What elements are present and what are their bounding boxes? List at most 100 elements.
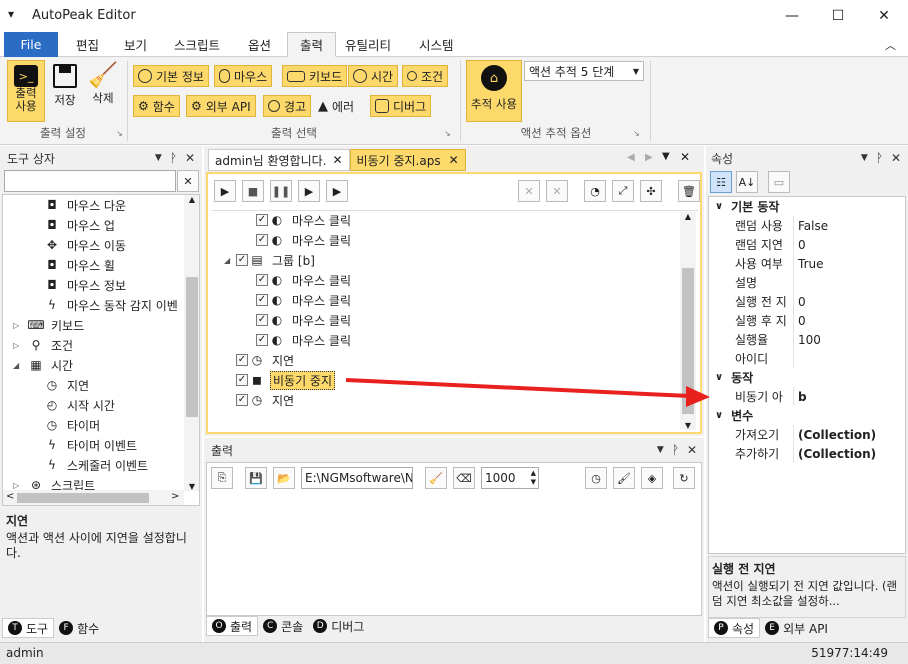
- close-button[interactable]: ✕: [861, 0, 907, 31]
- clean-button[interactable]: 🧹: [425, 467, 447, 489]
- property-row[interactable]: 비동기 아 b: [709, 387, 905, 406]
- collapse-icon[interactable]: ✣: [640, 180, 662, 202]
- toolbox-item[interactable]: ◘ 마우스 업: [3, 215, 183, 235]
- categorized-button[interactable]: ☷: [710, 171, 732, 193]
- tab-system[interactable]: 시스템: [407, 32, 466, 57]
- panel-menu-icon[interactable]: ▼: [861, 153, 868, 163]
- property-row[interactable]: 랜덤 사용 False: [709, 216, 905, 235]
- tab-async-stop[interactable]: 비동기 중지.aps ✕: [349, 149, 466, 171]
- property-value[interactable]: (Collection): [793, 444, 876, 463]
- property-value[interactable]: 0: [793, 292, 806, 311]
- tab-utility[interactable]: 유틸리티: [333, 32, 403, 57]
- trace-level-select[interactable]: 액션 추적 5 단계 ▼: [524, 61, 644, 81]
- script-node[interactable]: ✓ ◷ 지연: [208, 390, 678, 410]
- enable-checkbox[interactable]: ✓: [256, 274, 268, 286]
- remove-breakpoint-button[interactable]: ✕: [518, 180, 540, 202]
- collapse-icon[interactable]: ∨: [715, 410, 723, 421]
- script-node[interactable]: ✓ ◐ 마우스 클릭: [208, 270, 678, 290]
- toolbox-item[interactable]: ◘ 마우스 휠: [3, 255, 183, 275]
- function-toggle[interactable]: ⚙ 함수: [133, 95, 180, 117]
- stop-button[interactable]: ■: [242, 180, 264, 202]
- pause-button[interactable]: ❚❚: [270, 180, 292, 202]
- dialog-launcher-icon[interactable]: ↘: [633, 129, 640, 138]
- enable-checkbox[interactable]: ✓: [256, 334, 268, 346]
- property-row[interactable]: 설명: [709, 273, 905, 292]
- debug-toggle[interactable]: 디버그: [370, 95, 432, 117]
- pin-icon[interactable]: ᚹ: [876, 151, 883, 165]
- property-value[interactable]: (Collection): [793, 425, 876, 444]
- toolbox-item[interactable]: ϟ 스케줄러 이벤트: [3, 455, 183, 475]
- tab-output[interactable]: 출력: [287, 32, 337, 57]
- clear-breakpoints-button[interactable]: ✕: [546, 180, 568, 202]
- property-row[interactable]: 추가하기 (Collection): [709, 444, 905, 463]
- clear-search-button[interactable]: ✕: [177, 170, 199, 192]
- tab-external-api[interactable]: E 외부 API: [760, 618, 833, 638]
- property-value[interactable]: b: [793, 387, 807, 406]
- toolbox-vscrollbar[interactable]: ▲ ▼: [184, 195, 199, 491]
- tab-edit[interactable]: 편집: [64, 32, 111, 57]
- tab-console[interactable]: C 콘솔: [258, 616, 308, 636]
- pin-icon[interactable]: ᚹ: [672, 443, 679, 457]
- new-log-button[interactable]: ⎘: [211, 467, 233, 489]
- panel-menu-icon[interactable]: ▼: [155, 153, 162, 163]
- save-button[interactable]: 저장: [48, 60, 82, 122]
- collapse-ribbon-icon[interactable]: ︿: [885, 37, 896, 53]
- toolbox-hscrollbar[interactable]: < >: [3, 490, 184, 505]
- collapse-icon[interactable]: ∨: [715, 372, 723, 383]
- property-category[interactable]: ∨ 변수: [709, 406, 905, 425]
- history-icon[interactable]: ◔: [584, 180, 606, 202]
- scroll-tabs-right-icon[interactable]: ▶: [645, 152, 653, 163]
- clock-button[interactable]: ◷: [585, 467, 607, 489]
- toolbox-item[interactable]: ◘ 마우스 정보: [3, 275, 183, 295]
- delete-button[interactable]: 🧹 삭제: [86, 60, 120, 122]
- condition-toggle[interactable]: 조건: [402, 65, 449, 87]
- property-row[interactable]: 사용 여부 True: [709, 254, 905, 273]
- time-toggle[interactable]: 시간: [348, 65, 399, 87]
- property-row[interactable]: 랜덤 지연 0: [709, 235, 905, 254]
- quick-access-menu-icon[interactable]: ▾: [8, 7, 14, 21]
- eraser-button[interactable]: ⌫: [453, 467, 475, 489]
- external-api-toggle[interactable]: ⚙ 외부 API: [186, 95, 256, 117]
- scroll-thumb[interactable]: [17, 493, 149, 503]
- tab-list-icon[interactable]: ▼: [662, 151, 670, 162]
- scroll-thumb[interactable]: [186, 277, 198, 417]
- property-value[interactable]: True: [793, 254, 824, 273]
- mouse-toggle[interactable]: 마우스: [214, 65, 273, 87]
- enable-output-button[interactable]: >_ 출력 사용: [7, 60, 45, 122]
- enable-checkbox[interactable]: ✓: [256, 294, 268, 306]
- enable-checkbox[interactable]: ✓: [236, 354, 248, 366]
- sort-alpha-button[interactable]: A↓: [736, 171, 758, 193]
- save-log-button[interactable]: 💾: [245, 467, 267, 489]
- script-node[interactable]: ◢ ✓ ▤ 그룹 [b]: [208, 250, 678, 270]
- property-row[interactable]: 실행 전 지 0: [709, 292, 905, 311]
- toolbox-item[interactable]: ◘ 마우스 다운: [3, 195, 183, 215]
- property-category[interactable]: ∨ 기본 동작: [709, 197, 905, 216]
- close-icon[interactable]: ✕: [891, 151, 901, 165]
- maximize-button[interactable]: ☐: [815, 0, 861, 31]
- expand-icon[interactable]: ⤢: [612, 180, 634, 202]
- tab-file[interactable]: File: [4, 32, 58, 57]
- toolbox-item[interactable]: ▷ ⌨ 키보드: [3, 315, 183, 335]
- tab-tools[interactable]: T 도구: [2, 618, 55, 638]
- minimize-button[interactable]: —: [769, 0, 815, 31]
- error-toggle[interactable]: ▲ 에러: [318, 95, 354, 117]
- enable-checkbox[interactable]: ✓: [236, 374, 248, 386]
- toolbox-item[interactable]: ▷ ⚲ 조건: [3, 335, 183, 355]
- toolbox-item[interactable]: ✥ 마우스 이동: [3, 235, 183, 255]
- property-value[interactable]: [793, 273, 798, 292]
- fill-button[interactable]: ◈: [641, 467, 663, 489]
- tab-view[interactable]: 보기: [112, 32, 159, 57]
- tab-output-log[interactable]: O 출력: [206, 616, 259, 636]
- toolbox-item[interactable]: ◷ 타이머: [3, 415, 183, 435]
- property-value[interactable]: 100: [793, 330, 821, 349]
- property-value[interactable]: 0: [793, 235, 806, 254]
- property-value[interactable]: 0: [793, 311, 806, 330]
- script-node[interactable]: ✓ ◷ 지연: [208, 350, 678, 370]
- script-node[interactable]: ✓ ◼ 비동기 중지: [208, 370, 678, 390]
- tab-functions[interactable]: F 함수: [54, 618, 104, 638]
- editor-vscrollbar[interactable]: ▲ ▼: [680, 212, 696, 430]
- toolbox-item[interactable]: ϟ 타이머 이벤트: [3, 435, 183, 455]
- toolbox-item[interactable]: ◷ 지연: [3, 375, 183, 395]
- enable-checkbox[interactable]: ✓: [256, 314, 268, 326]
- enable-trace-button[interactable]: ⌂ 추적 사용: [466, 60, 522, 122]
